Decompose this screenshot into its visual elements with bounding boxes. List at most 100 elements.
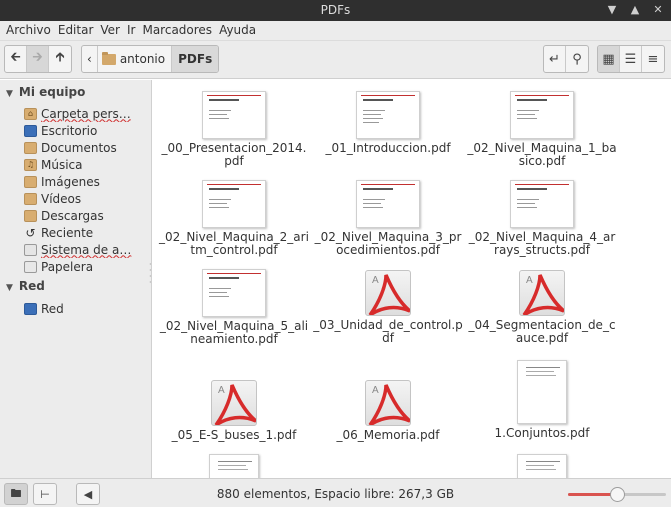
icon-view-button[interactable]: ▦: [598, 46, 620, 72]
view-buttons: ▦ ☰ ≡: [597, 45, 665, 73]
sidebar-item-documents[interactable]: Documentos: [24, 139, 148, 156]
forward-button[interactable]: 🡲: [27, 46, 49, 72]
sidebar-item-recent[interactable]: ↺ Reciente: [24, 224, 148, 241]
home-folder-icon: [101, 51, 116, 65]
menu-ayuda[interactable]: Ayuda: [217, 21, 261, 40]
recent-icon: ↺: [25, 225, 36, 240]
sidebar-section-header[interactable]: ▼ Mi equipo: [6, 85, 85, 99]
svg-text:A: A: [218, 385, 225, 396]
file-item[interactable]: A _06_Memoria.pdf: [313, 380, 463, 442]
file-thumbnail: [510, 91, 574, 139]
sidebar-item-trash[interactable]: Papelera: [24, 258, 148, 275]
pdf-file-icon: A: [365, 380, 411, 426]
sidebar-section-header[interactable]: ▼ Red: [6, 279, 45, 293]
svg-text:A: A: [526, 275, 533, 286]
file-thumbnail: [202, 91, 266, 139]
close-icon[interactable]: ✕: [651, 3, 665, 17]
pdf-file-icon: A: [211, 380, 257, 426]
sidebar-item-downloads[interactable]: Descargas: [24, 207, 148, 224]
file-name: 1.Conjuntos.pdf: [494, 426, 590, 440]
sidebar-item-videos[interactable]: Vídeos: [24, 190, 148, 207]
chevron-left-icon: ‹: [87, 52, 92, 66]
compact-view-button[interactable]: ≡: [642, 46, 664, 72]
sidebar-item-filesystem[interactable]: Sistema de a…: [24, 241, 148, 258]
file-item[interactable]: _02_Nivel_Maquina_4_arrays_structs.pdf: [467, 180, 617, 257]
search-button[interactable]: ⚲: [566, 46, 588, 72]
arrow-right-icon: 🡲: [32, 50, 43, 65]
file-item[interactable]: A _05_E-S_buses_1.pdf: [159, 380, 309, 442]
file-item[interactable]: A _03_Unidad_de_control.pdf: [313, 270, 463, 345]
file-item[interactable]: [467, 454, 617, 478]
file-grid: _00_Presentacion_2014.pdf _01_Introducci…: [153, 80, 671, 478]
sidebar-item-label: Vídeos: [41, 191, 82, 206]
sidebar-item-desktop[interactable]: Escritorio: [24, 122, 148, 139]
menu-bar: Archivo Editar Ver Ir Marcadores Ayuda: [0, 21, 671, 41]
sidebar-item-pictures[interactable]: Imágenes: [24, 173, 148, 190]
tool-buttons: ↵ ⚲: [543, 45, 589, 73]
menu-editar[interactable]: Editar: [56, 21, 99, 40]
sidebar-item-label: Documentos: [41, 140, 117, 155]
search-icon: ⚲: [572, 51, 582, 67]
sidebar-item-label: Red: [41, 301, 64, 316]
downloads-folder-icon: [24, 209, 37, 222]
list-view-button[interactable]: ☰: [620, 46, 642, 72]
file-item[interactable]: _02_Nivel_Maquina_2_aritm_control.pdf: [159, 180, 309, 257]
file-name: _02_Nivel_Maquina_5_alineamiento.pdf: [159, 319, 309, 346]
file-item[interactable]: _01_Introduccion.pdf: [313, 91, 463, 155]
file-name: _03_Unidad_de_control.pdf: [313, 318, 463, 345]
file-item[interactable]: A _04_Segmentacion_de_cauce.pdf: [467, 270, 617, 345]
sidebar-item-label: Carpeta pers…: [41, 106, 131, 121]
file-name: _00_Presentacion_2014.pdf: [161, 141, 307, 168]
sidebar-item-label: Papelera: [41, 259, 94, 274]
file-item[interactable]: _02_Nivel_Maquina_1_basico.pdf: [467, 91, 617, 168]
minimize-icon[interactable]: ▼: [605, 3, 619, 17]
location-toggle-button[interactable]: ↵: [544, 46, 566, 72]
documents-folder-icon: [24, 141, 37, 154]
back-button[interactable]: 🡰: [5, 46, 27, 72]
file-name: _01_Introduccion.pdf: [325, 141, 451, 155]
sidebar-section-label: Red: [18, 279, 45, 293]
pdf-file-icon: A: [365, 270, 411, 316]
sidebar-resize-handle[interactable]: · · · ·: [149, 261, 152, 292]
file-item[interactable]: 1.Conjuntos.pdf: [467, 360, 617, 440]
music-folder-icon: ♫: [24, 158, 37, 171]
sidebar-item-home[interactable]: ⌂ Carpeta pers…: [24, 105, 148, 122]
menu-marcadores[interactable]: Marcadores: [140, 21, 217, 40]
file-name: _02_Nivel_Maquina_1_basico.pdf: [467, 141, 617, 168]
sidebar-item-music[interactable]: ♫ Música: [24, 156, 148, 173]
svg-text:A: A: [372, 385, 379, 396]
zoom-slider[interactable]: [568, 487, 666, 502]
file-thumbnail: [510, 180, 574, 228]
file-name: _02_Nivel_Maquina_2_aritm_control.pdf: [159, 230, 309, 257]
file-item[interactable]: _02_Nivel_Maquina_3_procedimientos.pdf: [313, 180, 463, 257]
file-item[interactable]: _00_Presentacion_2014.pdf: [159, 91, 309, 168]
sidebar-item-network[interactable]: Red: [24, 300, 148, 317]
triangle-down-icon: ▼: [6, 283, 13, 293]
trash-icon: [24, 260, 37, 273]
file-item[interactable]: [159, 454, 309, 478]
menu-archivo[interactable]: Archivo: [4, 21, 56, 40]
sidebar-item-label: Imágenes: [41, 174, 100, 189]
breadcrumb-current[interactable]: PDFs: [172, 46, 219, 72]
maximize-icon[interactable]: ▲: [628, 3, 642, 17]
menu-ver[interactable]: Ver: [98, 21, 125, 40]
zoom-slider-handle[interactable]: [610, 487, 625, 502]
file-thumbnail: [356, 180, 420, 228]
menu-ir[interactable]: Ir: [125, 21, 140, 40]
breadcrumb: ‹ antonio PDFs: [81, 45, 220, 73]
sidebar-item-label: Música: [41, 157, 83, 172]
svg-text:A: A: [372, 275, 379, 286]
status-bar: 🖿 ⊢ ◀ 880 elementos, Espacio libre: 267,…: [0, 478, 671, 507]
location-icon: ↵: [549, 51, 560, 67]
file-thumbnail: [202, 180, 266, 228]
sidebar-item-label: Sistema de a…: [41, 242, 132, 257]
nav-buttons: 🡰 🡲 🡱: [4, 45, 72, 73]
file-name: _05_E-S_buses_1.pdf: [171, 428, 297, 442]
breadcrumb-home[interactable]: antonio: [98, 46, 173, 72]
file-item[interactable]: _02_Nivel_Maquina_5_alineamiento.pdf: [159, 269, 309, 346]
breadcrumb-left-button[interactable]: ‹: [82, 46, 98, 72]
desktop-icon: [24, 124, 37, 137]
up-button[interactable]: 🡱: [49, 46, 71, 72]
videos-folder-icon: [24, 192, 37, 205]
compact-list-icon: ≡: [647, 51, 659, 67]
